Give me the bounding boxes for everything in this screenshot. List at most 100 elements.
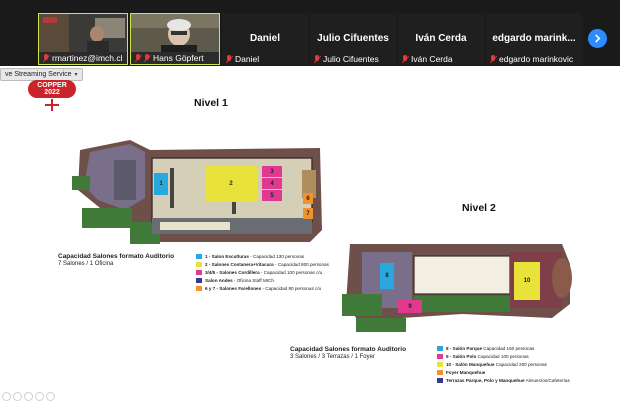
participant-name: Hans Göpfert — [153, 53, 204, 63]
legend-item: 8 - Salón Parque Capacidad 150 personas — [437, 344, 570, 352]
legend-detail: Capacidad 150 personas — [482, 345, 535, 351]
level-1-capacity-title: Capacidad Salones formato Auditorio — [58, 253, 175, 260]
level-2-title: Nivel 2 — [462, 202, 496, 214]
level-2-capacity: Capacidad Salones formato Auditorio 3 Sa… — [290, 346, 406, 360]
room-9: 9 — [398, 300, 422, 313]
participant-video-tile[interactable]: rmartinez@imch.cl — [38, 13, 128, 65]
muted-mic-icon — [490, 54, 496, 64]
legend-item: 3/4/5 - Salones Cordillera - Capacidad 1… — [196, 268, 329, 276]
legend-item: 6 y 7 - Salones Farellones - Capacidad 8… — [196, 284, 329, 292]
room-8: 8 — [380, 263, 394, 289]
zoom-out-icon[interactable] — [13, 392, 22, 401]
legend-swatch — [196, 277, 202, 283]
fit-icon[interactable] — [35, 392, 44, 401]
legend-label: 2 - Salones Costanera+Vitacura — [205, 261, 274, 267]
legend-label: Salon Andes — [205, 277, 233, 283]
live-streaming-label: ve Streaming Service — [5, 71, 72, 78]
legend-item: Foyer Manquehue — [437, 368, 570, 376]
participant-name-tile[interactable]: Julio Cifuentes Julio Cifuentes — [310, 13, 396, 65]
slide-controls — [2, 392, 55, 401]
level-1-capacity: Capacidad Salones formato Auditorio 7 Sa… — [58, 253, 174, 267]
room-7: 7 — [303, 208, 313, 219]
participant-video-tile[interactable]: Hans Göpfert — [130, 13, 220, 65]
participant-name: Julio Cifuentes — [323, 54, 379, 64]
legend-swatch — [196, 269, 202, 275]
level-2-capacity-title: Capacidad Salones formato Auditorio — [290, 346, 407, 353]
legend-detail: - Capacidad 100 personas c/u — [259, 269, 323, 275]
next-participants-button[interactable] — [588, 29, 607, 48]
participant-strip: rmartinez@imch.cl Hans Göpfert Daniel Da… — [0, 0, 620, 66]
participant-display-name: Iván Cerda — [415, 33, 467, 44]
legend-label: Foyer Manquehue — [446, 369, 486, 375]
legend-detail: Almuerzos/Cafeterías — [524, 377, 570, 383]
legend-label: 1 - Salon Esculturas — [205, 253, 249, 259]
muted-mic-icon — [226, 54, 232, 64]
muted-mic-icon — [135, 53, 141, 63]
legend-item: 10 - Salón Manquehue Capacidad 200 perso… — [437, 360, 570, 368]
participant-video — [39, 14, 127, 52]
legend-label: 3/4/5 - Salones Cordillera — [205, 269, 260, 275]
annotate-icon[interactable] — [24, 392, 33, 401]
legend-label: Terrazas Parque, Polo y Manquehue — [446, 377, 525, 383]
legend-item: 1 - Salon Esculturas - Capacidad 130 per… — [196, 252, 329, 260]
legend-swatch — [196, 261, 202, 267]
muted-mic-icon — [314, 54, 320, 64]
legend-swatch — [437, 345, 443, 351]
level-1-title: Nivel 1 — [194, 97, 228, 109]
participant-name: edgardo marinkovic — [499, 54, 574, 64]
more-icon[interactable] — [46, 392, 55, 401]
legend-swatch — [437, 353, 443, 359]
participant-name-tile[interactable]: Iván Cerda Iván Cerda — [398, 13, 484, 65]
level-2-legend: 8 - Salón Parque Capacidad 150 personas … — [437, 344, 570, 384]
legend-detail: - Capacidad 80 personas c/u — [261, 285, 322, 291]
legend-item: 9 - Salón Polo Capacidad 100 personas — [437, 352, 570, 360]
legend-swatch — [437, 377, 443, 383]
legend-detail: - Capacidad 130 personas — [248, 253, 305, 259]
logo-line-2: 2022 — [44, 89, 60, 96]
muted-mic-icon — [43, 53, 49, 63]
legend-detail: Capacidad 200 personas — [494, 361, 547, 367]
participant-name: Iván Cerda — [411, 54, 453, 64]
legend-label: 8 - Salón Parque — [446, 345, 482, 351]
muted-video-icon — [144, 53, 150, 63]
logo-line-1: COPPER — [37, 82, 67, 89]
legend-item: Salon Andes - Oficina Staff MICh — [196, 276, 329, 284]
legend-item: 2 - Salones Costanera+Vitacura - Capacid… — [196, 260, 329, 268]
room-10: 10 — [514, 262, 540, 300]
room-6: 6 — [303, 193, 313, 204]
participant-name: Daniel — [235, 54, 260, 64]
legend-swatch — [437, 361, 443, 367]
legend-detail: - Capacidad 800 personas — [273, 261, 329, 267]
legend-label: 10 - Salón Manquehue — [446, 361, 495, 367]
zoom-in-icon[interactable] — [2, 392, 11, 401]
legend-swatch — [437, 369, 443, 375]
level-1-capacity-subtitle: 7 Salones / 1 Oficina — [58, 261, 114, 267]
room-4: 4 — [262, 178, 282, 189]
participant-name-tile[interactable]: Daniel Daniel — [222, 13, 308, 65]
legend-detail: - Oficina Staff MICh — [232, 277, 274, 283]
chevron-right-icon — [595, 34, 601, 43]
room-5: 5 — [262, 190, 282, 201]
level-1-floor-plan — [72, 140, 322, 244]
legend-swatch — [196, 285, 202, 291]
participant-display-name: edgardo marink... — [492, 33, 576, 44]
room-3: 3 — [262, 166, 282, 177]
legend-detail: Capacidad 100 personas — [476, 353, 529, 359]
logo-cross-icon — [45, 99, 59, 111]
level-2-capacity-subtitle: 3 Salones / 3 Terrazas / 1 Foyer — [290, 354, 375, 360]
legend-label: 6 y 7 - Salones Farellones — [205, 285, 262, 291]
participant-display-name: Daniel — [249, 33, 280, 44]
participant-name-tile[interactable]: edgardo marink... edgardo marinkovic — [486, 13, 582, 65]
participant-display-name: Julio Cifuentes — [317, 33, 389, 44]
participant-video — [131, 14, 219, 52]
room-1: 1 — [154, 173, 168, 195]
room-2: 2 — [205, 166, 257, 202]
legend-item: Terrazas Parque, Polo y Manquehue Almuer… — [437, 376, 570, 384]
level-1-legend: 1 - Salon Esculturas - Capacidad 130 per… — [196, 252, 329, 292]
copper-2022-logo: COPPER 2022 — [28, 80, 76, 111]
muted-mic-icon — [402, 54, 408, 64]
legend-label: 9 - Salón Polo — [446, 353, 477, 359]
chevron-down-icon: ▾ — [74, 72, 78, 78]
zoom-meeting-window: rmartinez@imch.cl Hans Göpfert Daniel Da… — [0, 0, 620, 403]
participant-name: rmartinez@imch.cl — [52, 53, 123, 63]
